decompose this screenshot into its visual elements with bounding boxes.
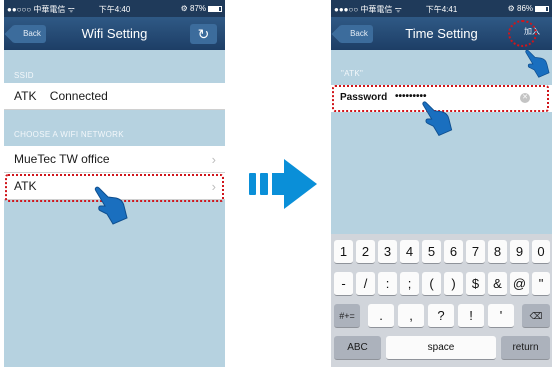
network-name: MueTec TW office [14, 152, 110, 166]
status-bar: ●●○○○ 中華電信 ᯤ 下午4:40 ⚙ 87% [4, 0, 225, 17]
key[interactable]: $ [466, 272, 485, 296]
abc-key[interactable]: ABC [334, 336, 381, 360]
network-name-label: "ATK" [341, 69, 364, 78]
connection-status: Connected [49, 89, 108, 103]
key[interactable]: @ [510, 272, 529, 296]
key[interactable]: 3 [378, 240, 397, 264]
key[interactable]: " [532, 272, 550, 296]
return-key[interactable]: return [501, 336, 550, 360]
key[interactable]: 5 [422, 240, 441, 264]
battery-indicator: ⚙ 86% [508, 4, 549, 13]
key[interactable]: & [488, 272, 507, 296]
highlight-join-button [508, 20, 537, 47]
choose-network-header: CHOOSE A WIFI NETWORK [14, 130, 124, 139]
key[interactable]: : [378, 272, 397, 296]
key[interactable]: ) [444, 272, 463, 296]
key[interactable]: 2 [356, 240, 375, 264]
key[interactable]: 1 [334, 240, 353, 264]
refresh-button[interactable]: ↻ [190, 24, 217, 44]
right-phone-screen: ●●●○○ 中華電信 ᯤ 下午4:41 ⚙ 86% Back Time Sett… [331, 0, 552, 367]
more-symbols-key[interactable]: #+= [334, 304, 360, 328]
key[interactable]: 9 [510, 240, 529, 264]
navigation-bar: Back Wifi Setting ↻ [4, 17, 225, 50]
key[interactable]: 8 [488, 240, 507, 264]
arrow-right-icon [249, 159, 317, 209]
status-bar: ●●●○○ 中華電信 ᯤ 下午4:41 ⚙ 86% [331, 0, 552, 17]
key[interactable]: . [368, 304, 394, 328]
battery-indicator: ⚙ 87% [181, 4, 222, 13]
space-key[interactable]: space [386, 336, 496, 360]
pointing-hand-icon [525, 49, 550, 78]
chevron-right-icon: › [211, 152, 216, 167]
key[interactable]: ! [458, 304, 484, 328]
key[interactable]: - [334, 272, 353, 296]
key[interactable]: 6 [444, 240, 463, 264]
refresh-icon: ↻ [197, 26, 210, 42]
key[interactable]: ; [400, 272, 419, 296]
key[interactable]: ' [488, 304, 514, 328]
battery-icon [535, 5, 549, 12]
ssid-header: SSID [14, 71, 34, 80]
key[interactable]: 0 [532, 240, 550, 264]
key[interactable]: / [356, 272, 375, 296]
current-network-row: ATK Connected [4, 83, 225, 110]
network-row-muetec[interactable]: MueTec TW office › [4, 146, 225, 173]
backspace-key[interactable]: ⌫ [522, 304, 550, 328]
pointing-hand-icon [94, 186, 128, 225]
key[interactable]: 7 [466, 240, 485, 264]
current-network-name: ATK [14, 89, 37, 103]
key[interactable]: , [398, 304, 424, 328]
key[interactable]: ( [422, 272, 441, 296]
battery-icon [208, 5, 222, 12]
keyboard: 1 2 3 4 5 6 7 8 9 0 - / : ; ( ) $ & @ " … [331, 234, 552, 367]
key[interactable]: ? [428, 304, 454, 328]
pointing-hand-icon [422, 101, 453, 136]
key[interactable]: 4 [400, 240, 419, 264]
